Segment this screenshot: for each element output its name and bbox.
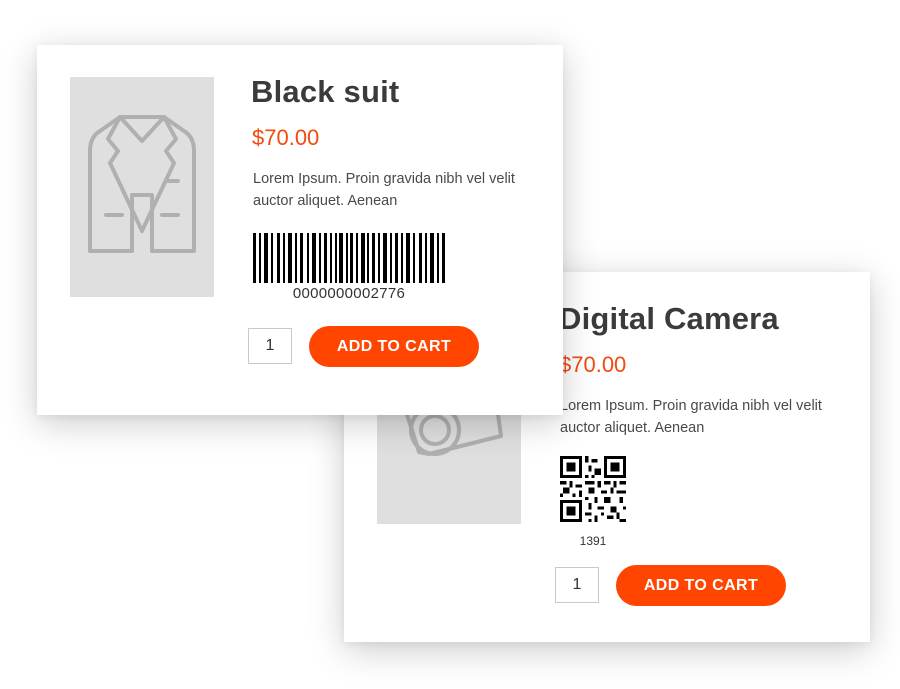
- quantity-input[interactable]: [248, 328, 292, 364]
- product-title: Black suit: [251, 74, 400, 109]
- product-price: $70.00: [252, 125, 320, 150]
- barcode-number: 0000000002776: [292, 285, 406, 302]
- product-price: $70.00: [559, 352, 627, 377]
- qr-code-number: 1391: [579, 534, 607, 548]
- barcode-icon: [253, 233, 445, 283]
- jacket-icon: [88, 115, 196, 253]
- add-to-cart-button[interactable]: ADD TO CART: [309, 326, 479, 367]
- product-image-placeholder: [70, 77, 214, 297]
- add-to-cart-button[interactable]: ADD TO CART: [616, 565, 786, 606]
- product-description: Lorem Ipsum. Proin gravida nibh vel veli…: [560, 398, 822, 436]
- quantity-input[interactable]: [555, 567, 599, 603]
- qr-code-icon: [560, 456, 626, 522]
- product-card-black-suit: Black suit $70.00 Lorem Ipsum. Proin gra…: [37, 45, 563, 415]
- product-description: Lorem Ipsum. Proin gravida nibh vel veli…: [253, 171, 515, 209]
- product-title: Digital Camera: [559, 301, 779, 336]
